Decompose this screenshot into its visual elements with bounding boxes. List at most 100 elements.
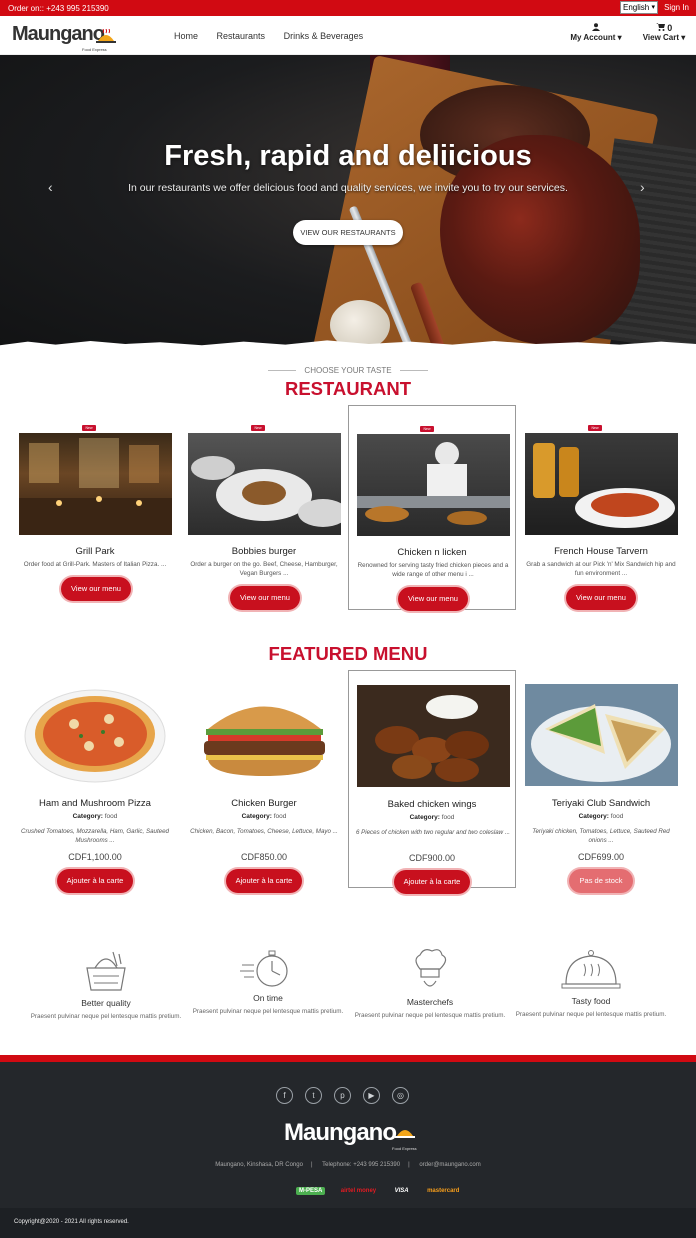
nav-restaurants[interactable]: Restaurants — [217, 31, 266, 41]
category-label: Category: — [578, 813, 609, 820]
my-account-menu[interactable]: My Account ▾ — [570, 23, 622, 42]
mastercard-logo: mastercard — [427, 1188, 460, 1194]
twitter-icon[interactable]: t — [305, 1087, 322, 1104]
restaurant-card: New Bobbies burger Order a burger on the… — [180, 405, 348, 610]
feature-quality: Better quality Praesent pulvinar neque p… — [26, 948, 186, 1021]
restaurant-card: New Grill Park Order food at Grill-Park.… — [11, 405, 179, 610]
footer-contact: Maungano, Kinshasa, DR Congo | Telephone:… — [215, 1162, 481, 1168]
nav-home[interactable]: Home — [174, 31, 198, 41]
instagram-icon[interactable]: ◎ — [392, 1087, 409, 1104]
view-cart-label: View Cart — [642, 33, 680, 42]
cart-icon-row: 0 — [640, 23, 688, 33]
menu-item-name: Ham and Mushroom Pizza — [39, 798, 151, 809]
feature-title: Masterchefs — [406, 997, 454, 1007]
view-menu-button[interactable]: View our menu — [566, 586, 636, 610]
mpesa-logo: M-PESA — [296, 1187, 326, 1195]
restaurant-desc: Order a burger on the go. Beef, Cheese, … — [190, 561, 338, 577]
feature-desc: Praesent pulvinar neque pel lentesque ma… — [30, 1013, 182, 1020]
view-menu-button[interactable]: View our menu — [398, 587, 468, 611]
feature-tasty: Tasty food Praesent pulvinar neque pel l… — [511, 948, 671, 1019]
restaurant-desc: Grab a sandwich at our Pick 'n' Mix Sand… — [526, 561, 676, 577]
user-icon — [570, 23, 622, 33]
add-to-cart-button[interactable]: Ajouter à la carte — [394, 870, 470, 894]
top-bar: Order on:: +243 995 215390 English ▾ Sig… — [0, 0, 696, 16]
view-cart-menu[interactable]: 0 View Cart ▾ — [640, 23, 688, 42]
language-select[interactable]: English ▾ — [620, 1, 658, 14]
chevron-left-icon[interactable]: ‹ — [48, 179, 53, 195]
nav-drinks[interactable]: Drinks & Beverages — [284, 31, 364, 41]
caret-down-icon: ▾ — [681, 33, 686, 42]
chevron-right-icon[interactable]: › — [640, 179, 645, 195]
new-badge: New — [420, 426, 434, 432]
new-badge: New — [588, 425, 602, 431]
category-label: Category: — [409, 814, 440, 821]
category-value: food — [104, 813, 118, 820]
menu-item-name: Chicken Burger — [231, 798, 297, 809]
restaurant-image[interactable] — [188, 433, 341, 535]
restaurant-section-title: RESTAURANT — [284, 378, 412, 399]
add-to-cart-button[interactable]: Ajouter à la carte — [226, 869, 302, 893]
stopwatch-icon — [240, 950, 288, 987]
category-label: Category: — [241, 813, 272, 820]
chevron-down-icon: ▾ — [651, 4, 655, 11]
feature-desc: Praesent pulvinar neque pel lentesque ma… — [515, 1011, 667, 1018]
menu-item-ingredients: 6 Pieces of chicken with two regular and… — [355, 829, 511, 836]
menu-item-ingredients: Crushed Tomatoes, Mozzarella, Ham, Garli… — [21, 828, 169, 844]
logo[interactable]: Maungano Food Express — [12, 23, 116, 52]
footer-address: Maungano, Kinshasa, DR Congo — [215, 1162, 303, 1168]
menu-item-image[interactable] — [188, 684, 341, 786]
menu-card: Chicken Burger Category: food Chicken, B… — [180, 670, 348, 893]
footer-logo-subtitle: Food Express — [392, 1146, 417, 1151]
menu-item-price: CDF699.00 — [577, 852, 625, 862]
menu-item-image[interactable] — [19, 684, 172, 786]
view-menu-button[interactable]: View our menu — [61, 577, 131, 601]
menu-card: Teriyaki Club Sandwich Category: food Te… — [517, 670, 685, 893]
view-menu-button[interactable]: View our menu — [230, 586, 300, 610]
menu-item-category: Category: food — [349, 814, 515, 821]
menu-item-image[interactable] — [525, 684, 678, 786]
restaurant-desc: Order food at Grill-Park. Masters of Ita… — [23, 561, 167, 568]
serving-dish-icon — [561, 950, 621, 989]
facebook-icon[interactable]: f — [276, 1087, 293, 1104]
restaurant-image[interactable] — [525, 433, 678, 535]
view-restaurants-button[interactable]: VIEW OUR RESTAURANTS — [293, 220, 403, 245]
cloche-icon — [96, 29, 116, 43]
hero-slider: Fresh, rapid and deliicious In our resta… — [0, 55, 696, 350]
restaurant-name: Bobbies burger — [231, 546, 297, 557]
feature-title: Better quality — [81, 998, 131, 1008]
restaurant-name: Chicken n licken — [397, 547, 467, 558]
menu-item-category: Category: food — [517, 813, 685, 820]
restaurant-image[interactable] — [357, 434, 510, 536]
footer-accent-bar — [0, 1055, 696, 1062]
language-value: English — [623, 3, 650, 12]
menu-item-category: Category: food — [11, 813, 179, 820]
menu-item-category: Category: food — [180, 813, 348, 820]
footer-logo[interactable]: Maungano — [284, 1119, 397, 1147]
restaurant-name: French House Tarvern — [554, 546, 648, 557]
restaurant-image[interactable] — [19, 433, 172, 535]
feature-desc: Praesent pulvinar neque pel lentesque ma… — [192, 1008, 344, 1015]
hero-title: Fresh, rapid and deliicious — [164, 140, 532, 172]
menu-item-ingredients: Chicken, Bacon, Tomatoes, Cheese, Lettuc… — [190, 828, 338, 835]
airtel-money-logo: airtel money — [340, 1188, 377, 1194]
menu-card: Baked chicken wings Category: food 6 Pie… — [348, 670, 516, 894]
my-account-label: My Account — [570, 33, 616, 42]
logo-text: Maungano — [12, 23, 105, 45]
youtube-icon[interactable]: ▶ — [363, 1087, 380, 1104]
new-badge: New — [251, 425, 265, 431]
menu-item-image[interactable] — [357, 685, 510, 787]
featured-section-title: FEATURED MENU — [268, 643, 428, 664]
feature-ontime: On time Praesent pulvinar neque pel lent… — [188, 947, 348, 1016]
add-to-cart-button[interactable]: Ajouter à la carte — [57, 869, 133, 893]
category-label: Category: — [72, 813, 103, 820]
out-of-stock-button[interactable]: Pas de stock — [569, 869, 633, 893]
order-phone: Order on:: +243 995 215390 — [8, 4, 109, 13]
footer-email[interactable]: order@maungano.com — [419, 1162, 480, 1168]
restaurant-name: Grill Park — [75, 546, 115, 557]
menu-item-price: CDF1,100.00 — [68, 852, 122, 862]
restaurant-card: New French House Tarvern Grab a sandwich… — [517, 405, 685, 610]
category-value: food — [610, 813, 624, 820]
sign-in-link[interactable]: Sign In — [664, 3, 689, 12]
pinterest-icon[interactable]: p — [334, 1087, 351, 1104]
menu-item-name: Teriyaki Club Sandwich — [551, 798, 651, 809]
